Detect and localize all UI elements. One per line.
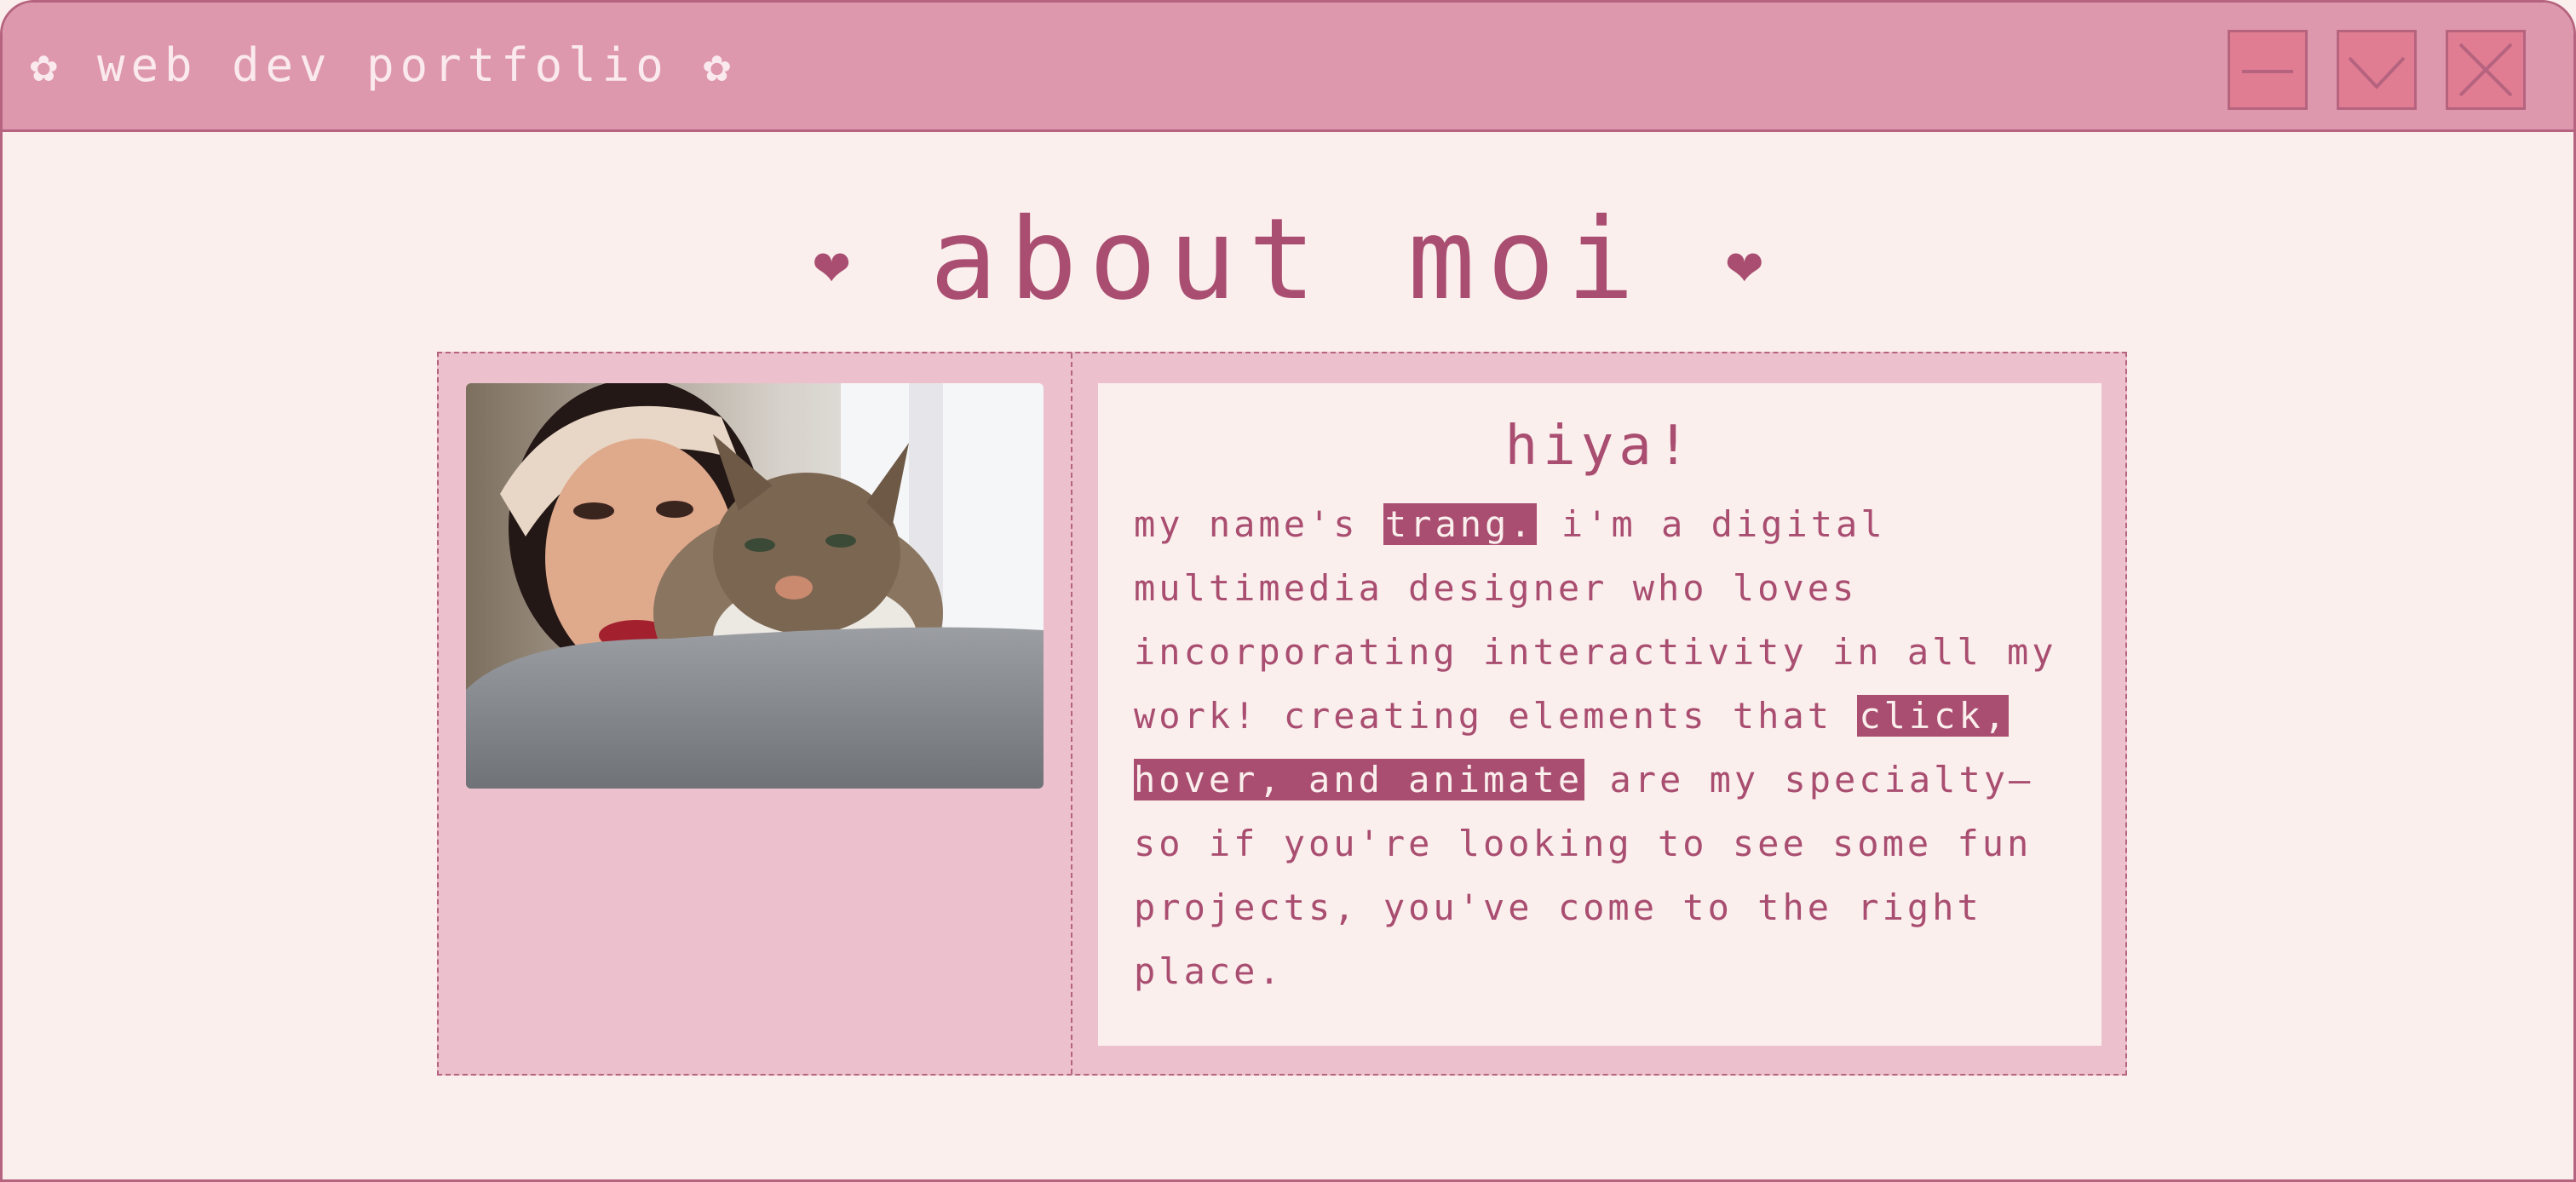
intro-text: my name's trang. i'm a digital multimedi… (1134, 492, 2079, 1003)
about-panel: hiya! my name's trang. i'm a digital mul… (437, 352, 2127, 1076)
close-button[interactable] (2446, 30, 2526, 110)
card-title: hiya! (1504, 415, 1695, 478)
page-title-text: about moi (929, 194, 1647, 325)
minimize-icon (2242, 70, 2293, 73)
close-icon (2458, 43, 2513, 97)
name-highlight: trang. (1383, 503, 1537, 545)
heart-icon: ❤ (1726, 227, 1763, 299)
chevron-down-icon (2348, 56, 2406, 89)
intro-text-part: my name's (1134, 503, 1383, 545)
minimize-button[interactable] (2228, 30, 2308, 110)
panel-divider (1071, 353, 1072, 1074)
maximize-button[interactable] (2337, 30, 2417, 110)
heart-icon: ❤ (813, 227, 850, 299)
window-title: ✿ web dev portfolio ✿ (30, 38, 737, 92)
portfolio-window: ✿ web dev portfolio ✿ ❤ about moi ❤ hiya… (0, 0, 2576, 1182)
intro-card: hiya! my name's trang. i'm a digital mul… (1098, 383, 2102, 1046)
title-bar: ✿ web dev portfolio ✿ (3, 3, 2573, 132)
page-title: ❤ about moi ❤ (3, 192, 2573, 331)
profile-photo (466, 383, 1044, 789)
